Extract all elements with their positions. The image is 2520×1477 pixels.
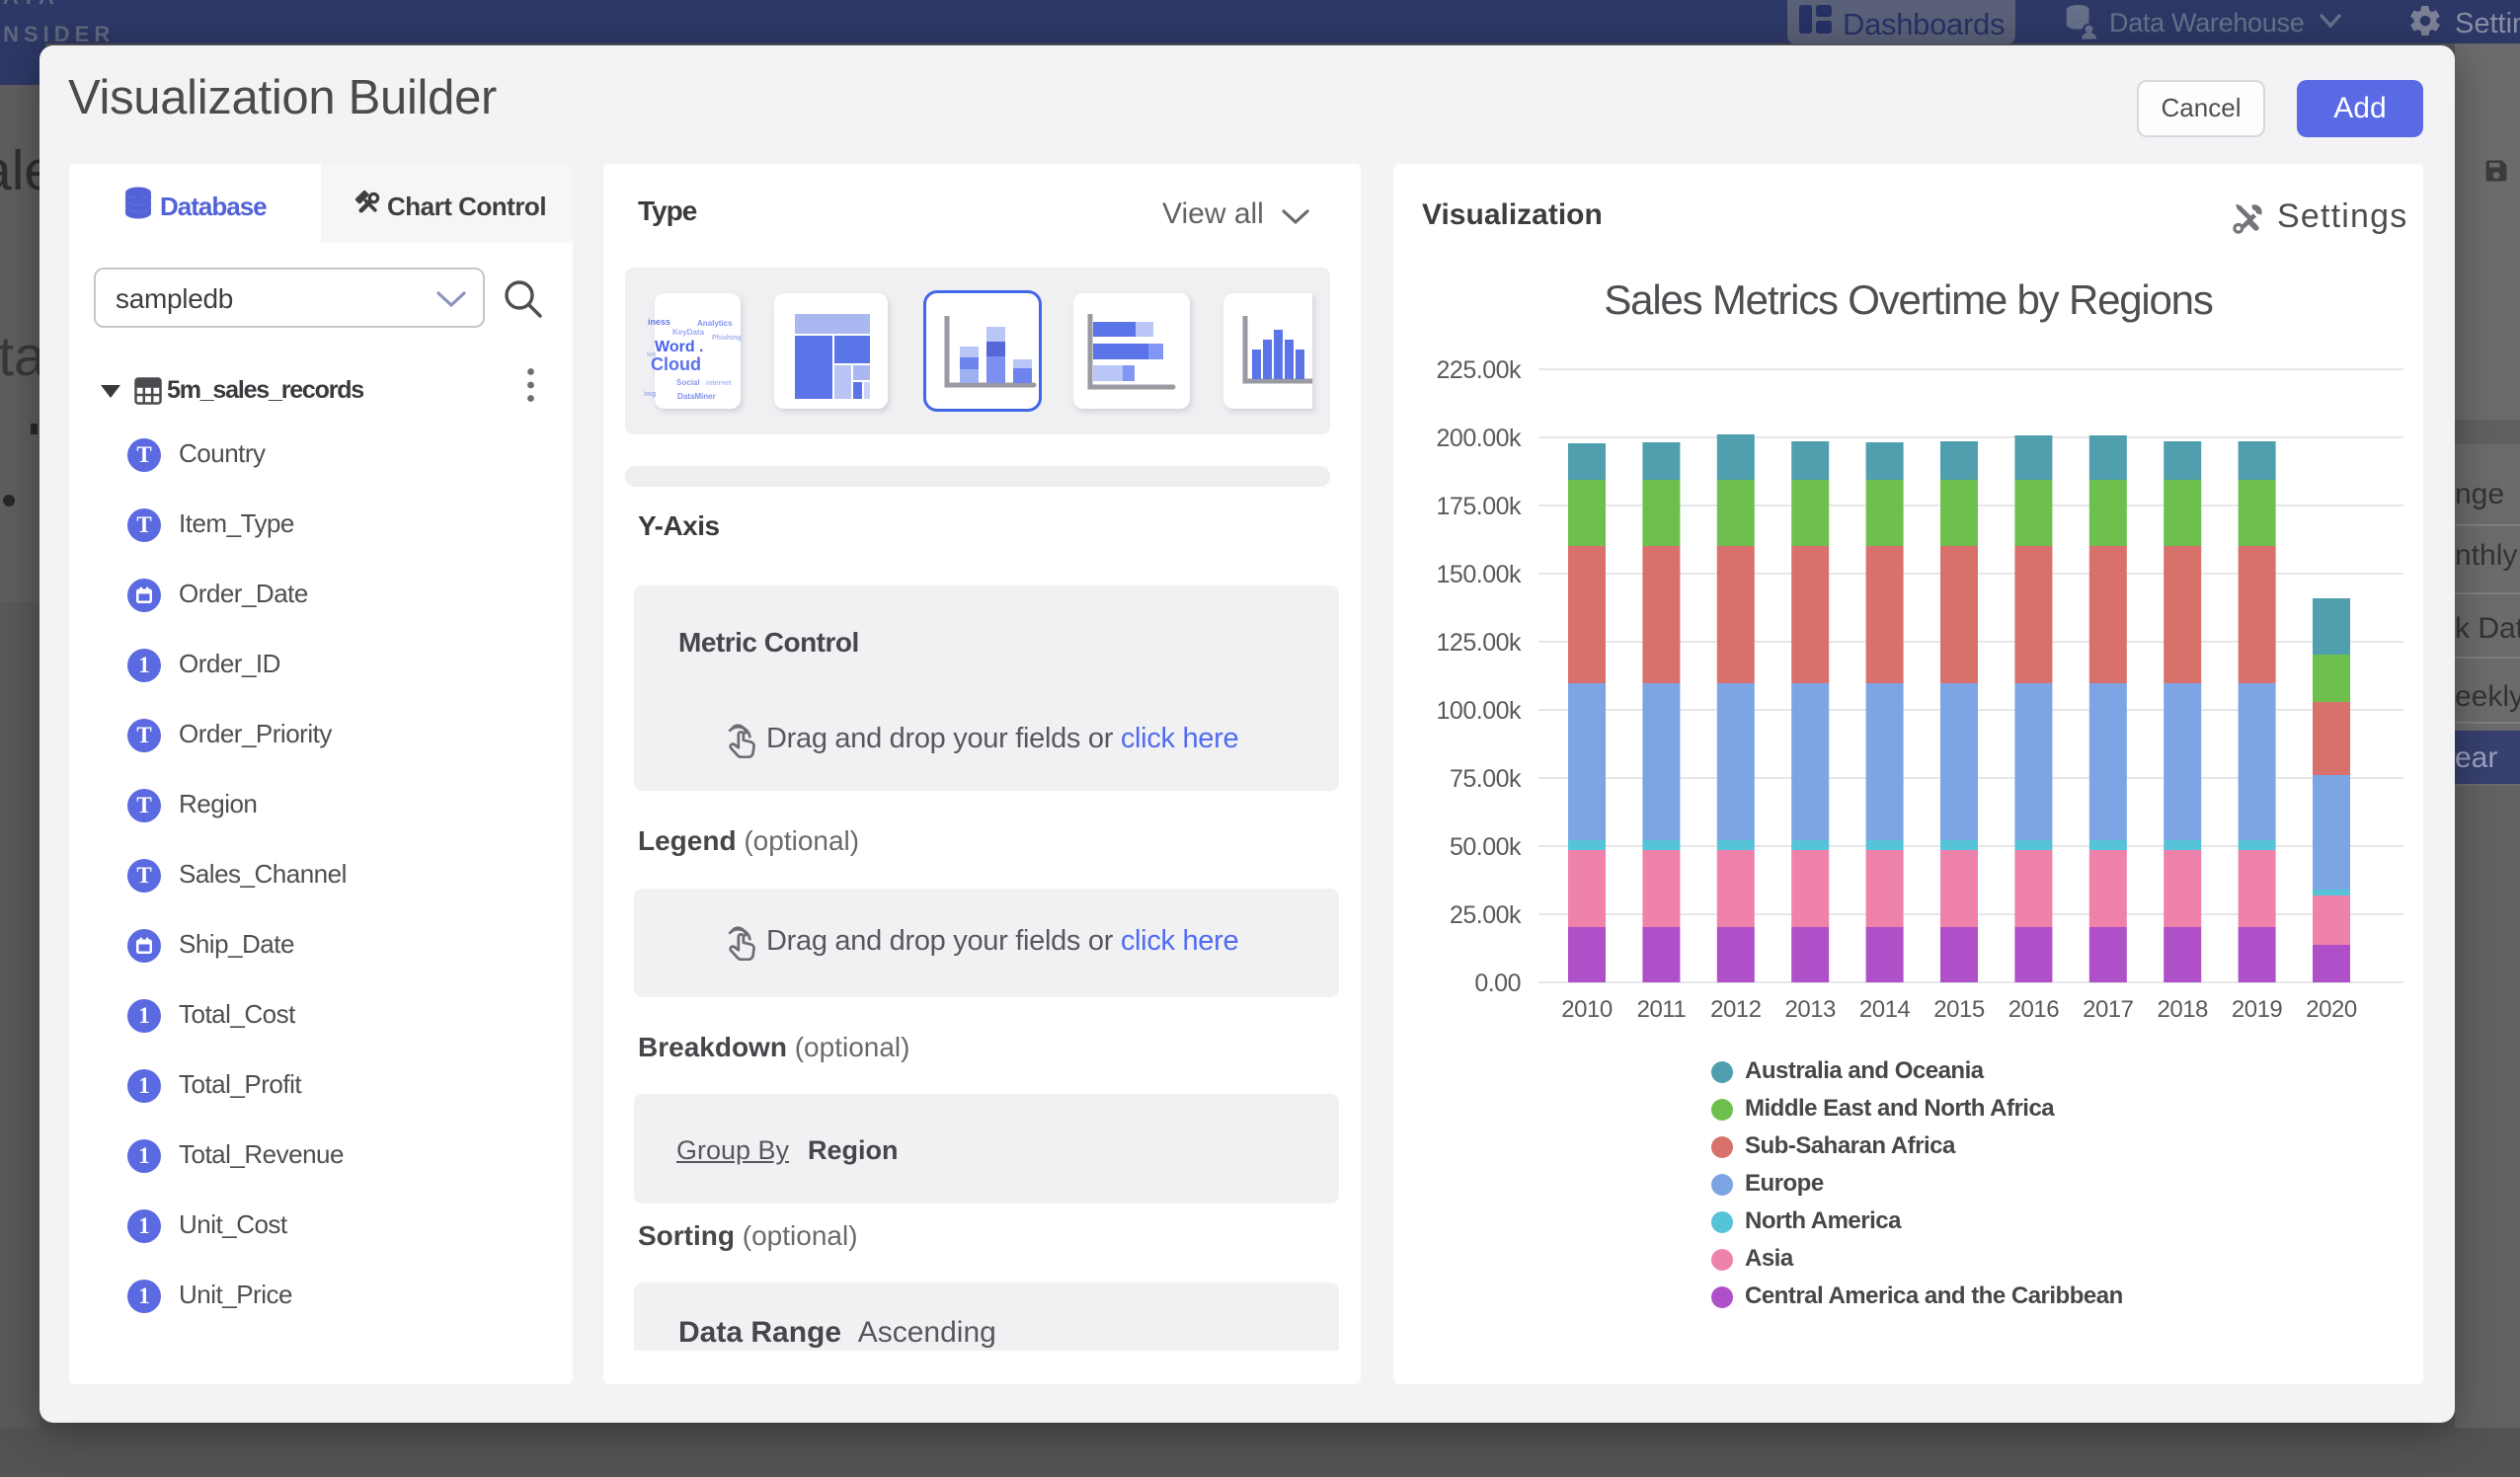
svg-text:175.00k: 175.00k xyxy=(1437,493,1522,520)
svg-text:25.00k: 25.00k xyxy=(1450,901,1522,929)
svg-text:2013: 2013 xyxy=(1785,996,1837,1023)
svg-text:100.00k: 100.00k xyxy=(1437,697,1522,725)
svg-text:2017: 2017 xyxy=(2083,996,2134,1023)
svg-text:2012: 2012 xyxy=(1710,996,1762,1023)
svg-text:2016: 2016 xyxy=(2008,996,2060,1023)
svg-text:2015: 2015 xyxy=(1933,996,1985,1023)
svg-text:200.00k: 200.00k xyxy=(1437,425,1522,452)
svg-text:0.00: 0.00 xyxy=(1474,970,1521,997)
svg-text:75.00k: 75.00k xyxy=(1450,765,1522,793)
svg-text:2018: 2018 xyxy=(2158,996,2209,1023)
svg-text:2010: 2010 xyxy=(1561,996,1613,1023)
svg-text:125.00k: 125.00k xyxy=(1437,629,1522,657)
svg-text:2019: 2019 xyxy=(2232,996,2283,1023)
svg-text:225.00k: 225.00k xyxy=(1437,356,1522,384)
svg-text:2020: 2020 xyxy=(2306,996,2357,1023)
svg-text:150.00k: 150.00k xyxy=(1437,561,1522,588)
svg-text:50.00k: 50.00k xyxy=(1450,833,1522,861)
svg-text:2014: 2014 xyxy=(1859,996,1911,1023)
svg-text:2011: 2011 xyxy=(1637,996,1687,1023)
